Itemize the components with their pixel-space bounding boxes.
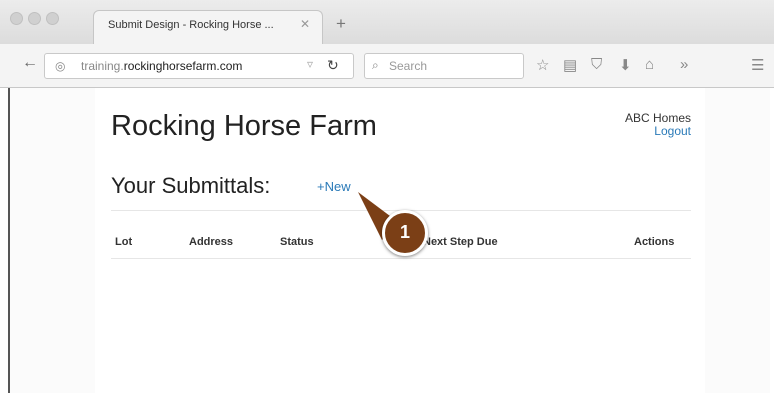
browser-window: Submit Design - Rocking Horse ... ✕ + ← … — [0, 0, 774, 393]
url-subdomain: training. — [81, 59, 124, 73]
bookmarks-list-icon[interactable]: ▤ — [563, 56, 577, 74]
site-brand: Rocking Horse Farm — [111, 110, 377, 142]
step-callout-badge: 1 — [382, 210, 428, 256]
url-domain: rockinghorsefarm.com — [123, 59, 243, 73]
close-tab-icon[interactable]: ✕ — [300, 17, 310, 31]
pocket-icon[interactable]: ⛉ — [591, 56, 602, 73]
minimize-window-button[interactable] — [28, 12, 41, 25]
search-bar[interactable]: ⌕ Search — [364, 53, 524, 79]
close-window-button[interactable] — [10, 12, 23, 25]
step-number: 1 — [399, 222, 410, 242]
reload-icon[interactable]: ↻ — [327, 57, 339, 74]
url-dropdown-icon[interactable]: ▿ — [307, 57, 313, 71]
new-submittal-link[interactable]: +New — [317, 179, 351, 194]
url-text: training.rockinghorsefarm.com — [81, 59, 242, 73]
url-bar[interactable]: ◎ training.rockinghorsefarm.com ▿ ↻ — [44, 53, 354, 79]
search-icon: ⌕ — [372, 58, 379, 72]
menu-icon[interactable]: ☰ — [751, 56, 764, 74]
globe-icon: ◎ — [55, 59, 66, 73]
title-bar: Submit Design - Rocking Horse ... ✕ + — [0, 0, 774, 44]
column-header-lot[interactable]: Lot — [115, 236, 132, 248]
bookmark-star-icon[interactable]: ☆ — [536, 56, 549, 74]
zoom-window-button[interactable] — [46, 12, 59, 25]
tab-title: Submit Design - Rocking Horse ... — [108, 19, 274, 31]
browser-tab[interactable]: Submit Design - Rocking Horse ... ✕ — [93, 10, 323, 44]
back-arrow-icon[interactable]: ← — [22, 54, 38, 72]
home-icon[interactable]: ⌂ — [645, 56, 654, 73]
logout-link[interactable]: Logout — [625, 125, 691, 138]
column-header-address[interactable]: Address — [189, 236, 233, 248]
navigation-bar: ← ◎ training.rockinghorsefarm.com ▿ ↻ ⌕ … — [0, 44, 774, 88]
column-header-actions[interactable]: Actions — [634, 236, 674, 248]
page-title: Your Submittals: — [111, 173, 271, 198]
overflow-chevron-icon[interactable]: » — [680, 56, 688, 73]
user-menu: ABC Homes Logout — [625, 112, 691, 138]
new-tab-icon[interactable]: + — [336, 14, 346, 34]
table-header-divider — [111, 258, 691, 259]
column-header-status[interactable]: Status — [280, 236, 314, 248]
column-header-next-step-due[interactable]: Next Step Due — [423, 236, 498, 248]
search-placeholder: Search — [389, 59, 428, 73]
download-icon[interactable]: ⬇ — [619, 56, 632, 74]
